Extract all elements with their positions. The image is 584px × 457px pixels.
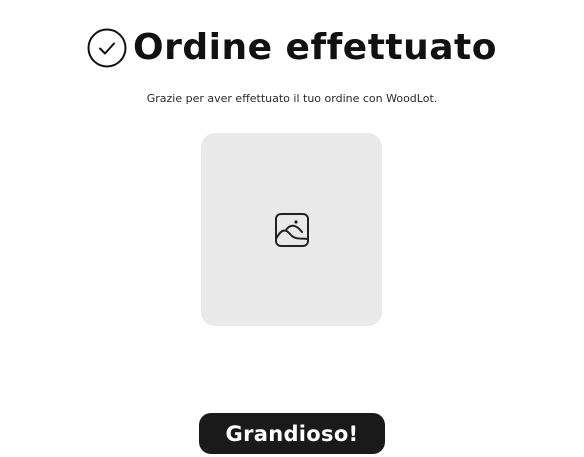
image-icon: [274, 212, 310, 248]
confirmation-message: Grazie per aver effettuato il tuo ordine…: [146, 92, 438, 105]
grandioso-button[interactable]: Grandioso!: [199, 413, 385, 454]
check-circle-icon: [87, 28, 127, 68]
product-image-placeholder: [201, 133, 382, 326]
page-header: Ordine effettuato: [0, 22, 584, 74]
page-title: Ordine effettuato: [133, 27, 497, 68]
